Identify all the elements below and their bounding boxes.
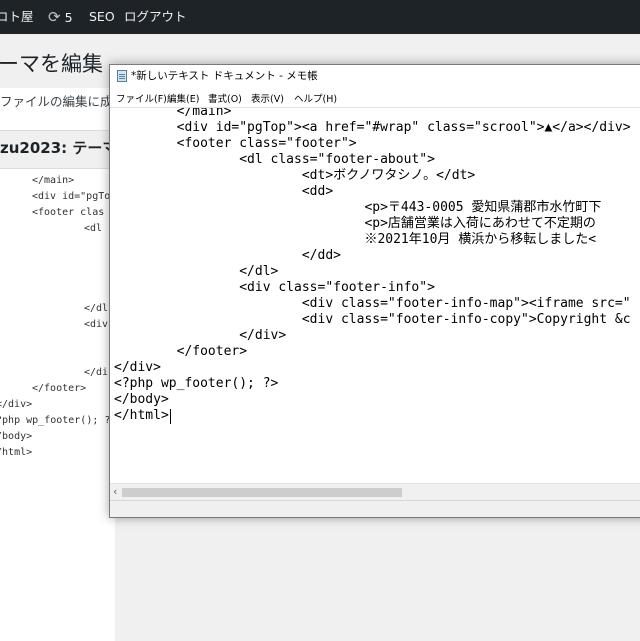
text-line: <dt>ボクノワタシノ。</dt>	[114, 168, 476, 183]
menu-help[interactable]: ヘルプ(H)	[294, 91, 337, 105]
text-line: <p>店舗営業は入荷にあわせて不定期の	[114, 216, 596, 231]
scrollbar-thumb[interactable]	[122, 488, 402, 497]
text-line: <footer class="footer">	[114, 136, 357, 151]
code-line: </div>	[0, 399, 33, 410]
menu-file[interactable]: ファイル(F)	[116, 91, 167, 105]
text-line: <dd>	[114, 184, 334, 199]
theme-code-editor[interactable]: </main> <div id="pgTo <footer clas <dl <…	[0, 168, 115, 641]
text-line: </div>	[114, 360, 161, 375]
code-line: <div id="pgTo	[32, 191, 111, 202]
updates-count: 5	[64, 10, 73, 25]
text-line: <div class="footer-info-map"><iframe src…	[114, 296, 631, 311]
code-line: </html>	[0, 447, 33, 458]
notepad-titlebar[interactable]: *新しいテキスト ドキュメント - メモ帳	[110, 65, 640, 87]
code-line: <?php wp_footer(); ?	[0, 415, 111, 426]
text-line: <div class="footer-info">	[114, 280, 435, 295]
menu-format[interactable]: 書式(O)	[208, 91, 242, 105]
text-line: </main>	[114, 107, 232, 119]
notepad-window[interactable]: *新しいテキスト ドキュメント - メモ帳 ファイル(F) 編集(E) 書式(O…	[109, 64, 640, 518]
text-line: </footer>	[114, 344, 248, 359]
notepad-window-title: *新しいテキスト ドキュメント - メモ帳	[131, 70, 318, 82]
code-line: </dl	[84, 303, 109, 314]
scroll-left-arrow-icon[interactable]: ‹	[113, 485, 117, 498]
page-title: ーマを編集	[0, 52, 103, 76]
text-line: </div>	[114, 328, 287, 343]
text-line: </dl>	[114, 264, 279, 279]
notepad-app-icon	[117, 70, 127, 82]
code-line: </di	[84, 367, 109, 378]
code-line: <div	[84, 319, 109, 330]
updates-sync-icon: ⟳	[48, 8, 61, 26]
site-name-link[interactable]: コト屋	[0, 0, 34, 34]
text-line: <?php wp_footer(); ?>	[114, 376, 279, 391]
text-line: <dl class="footer-about">	[114, 152, 435, 167]
notepad-text-area[interactable]: </main> <div id="pgTop"><a href="#wrap" …	[110, 107, 640, 488]
code-line: </main>	[32, 175, 75, 186]
text-line: <div id="pgTop"><a href="#wrap" class="s…	[114, 120, 631, 135]
menu-edit[interactable]: 編集(E)	[167, 91, 199, 105]
logout-link[interactable]: ログアウト	[124, 0, 187, 34]
horizontal-scrollbar[interactable]: ‹	[110, 483, 640, 501]
seo-menu-link[interactable]: SEO	[89, 0, 115, 34]
updates-link[interactable]: ⟳ 5	[48, 0, 73, 34]
text-line: ※2021年10月 横浜から移転しました<	[114, 232, 597, 247]
menu-view[interactable]: 表示(V)	[251, 91, 284, 105]
code-line: </footer>	[32, 383, 87, 394]
text-line: <p>〒443-0005 愛知県蒲郡市水竹町下	[114, 200, 602, 215]
wp-admin-bar: コト屋 ⟳ 5 SEO ログアウト	[0, 0, 640, 34]
code-line: </body>	[0, 431, 33, 442]
text-line: </dd>	[114, 248, 341, 263]
notepad-menubar: ファイル(F) 編集(E) 書式(O) 表示(V) ヘルプ(H)	[110, 87, 640, 107]
text-caret	[170, 409, 171, 424]
code-line: <footer clas	[32, 207, 105, 218]
text-line: <div class="footer-info-copy">Copyright …	[114, 312, 631, 327]
notepad-status-bar	[110, 500, 640, 517]
text-line: </html>	[114, 408, 169, 423]
code-line: <dl	[84, 223, 103, 234]
text-line: </body>	[114, 392, 169, 407]
